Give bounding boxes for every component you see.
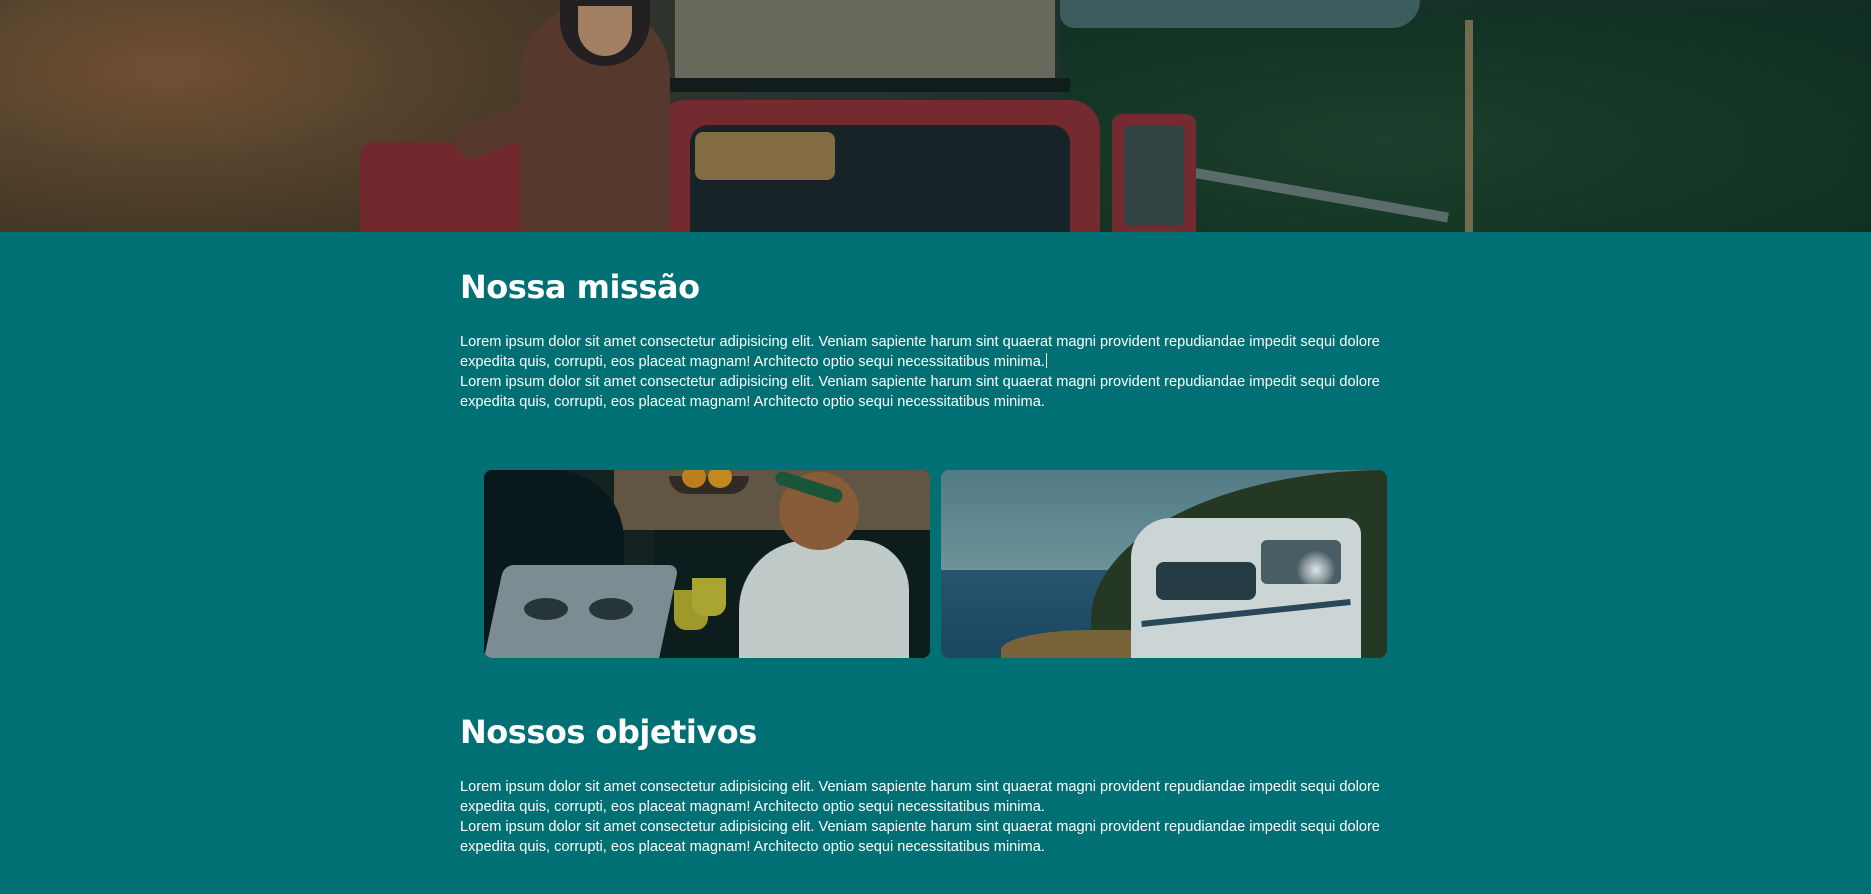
mission-title: Nossa missão: [460, 268, 700, 306]
image-gallery: [484, 470, 1387, 658]
mission-paragraph-1: Lorem ipsum dolor sit amet consectetur a…: [460, 334, 1380, 370]
objectives-title: Nossos objetivos: [460, 713, 757, 751]
objectives-paragraph-1: Lorem ipsum dolor sit amet consectetur a…: [460, 779, 1380, 815]
objectives-paragraph-2: Lorem ipsum dolor sit amet consectetur a…: [460, 819, 1380, 855]
objectives-body: Lorem ipsum dolor sit amet consectetur a…: [460, 777, 1412, 857]
photo-woman-cooking-in-camper: [484, 470, 930, 658]
text-cursor: [1045, 353, 1047, 368]
hero-image: [0, 0, 1871, 232]
mission-body: Lorem ipsum dolor sit amet consectetur a…: [460, 332, 1412, 412]
mission-section: Nossa missão Lorem ipsum dolor sit amet …: [460, 268, 1412, 410]
photo-motorhome-by-the-sea: [941, 470, 1387, 658]
objectives-section: Nossos objetivos Lorem ipsum dolor sit a…: [460, 713, 1412, 855]
mission-paragraph-2: Lorem ipsum dolor sit amet consectetur a…: [460, 374, 1380, 410]
